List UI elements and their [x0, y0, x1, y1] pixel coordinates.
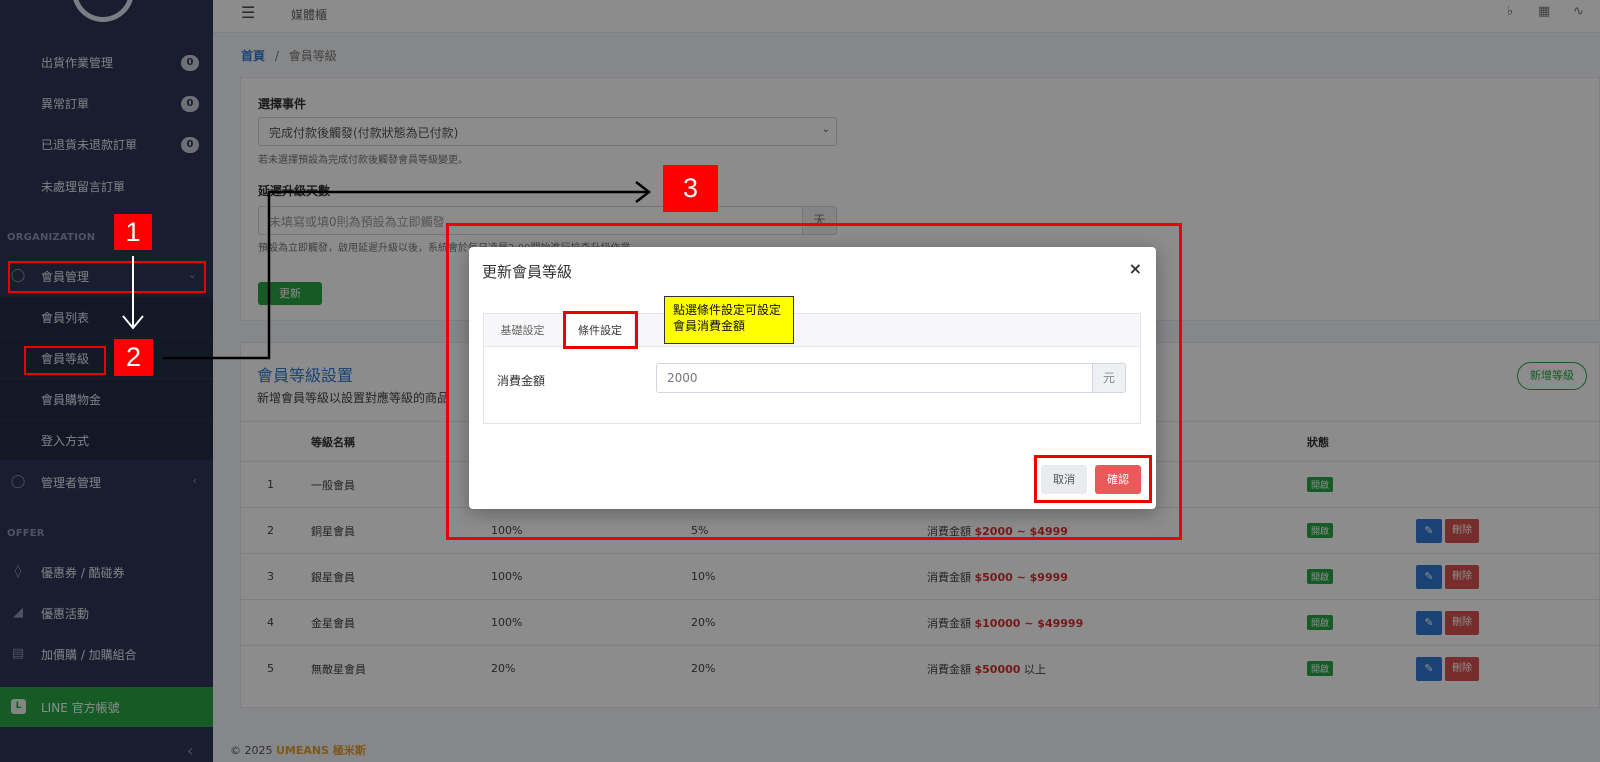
- annotation-box-member-level: [24, 346, 106, 375]
- annotation-note: 點選條件設定可設定會員消費金額: [664, 296, 794, 344]
- step-tag-3: 3: [663, 165, 718, 212]
- annotation-box-member-management: [8, 261, 206, 293]
- annotation-box-action-buttons: [1034, 455, 1152, 503]
- annotation-box-condition-tab: [563, 311, 638, 349]
- step-tag-2: 2: [114, 339, 153, 376]
- step-tag-1: 1: [114, 214, 152, 250]
